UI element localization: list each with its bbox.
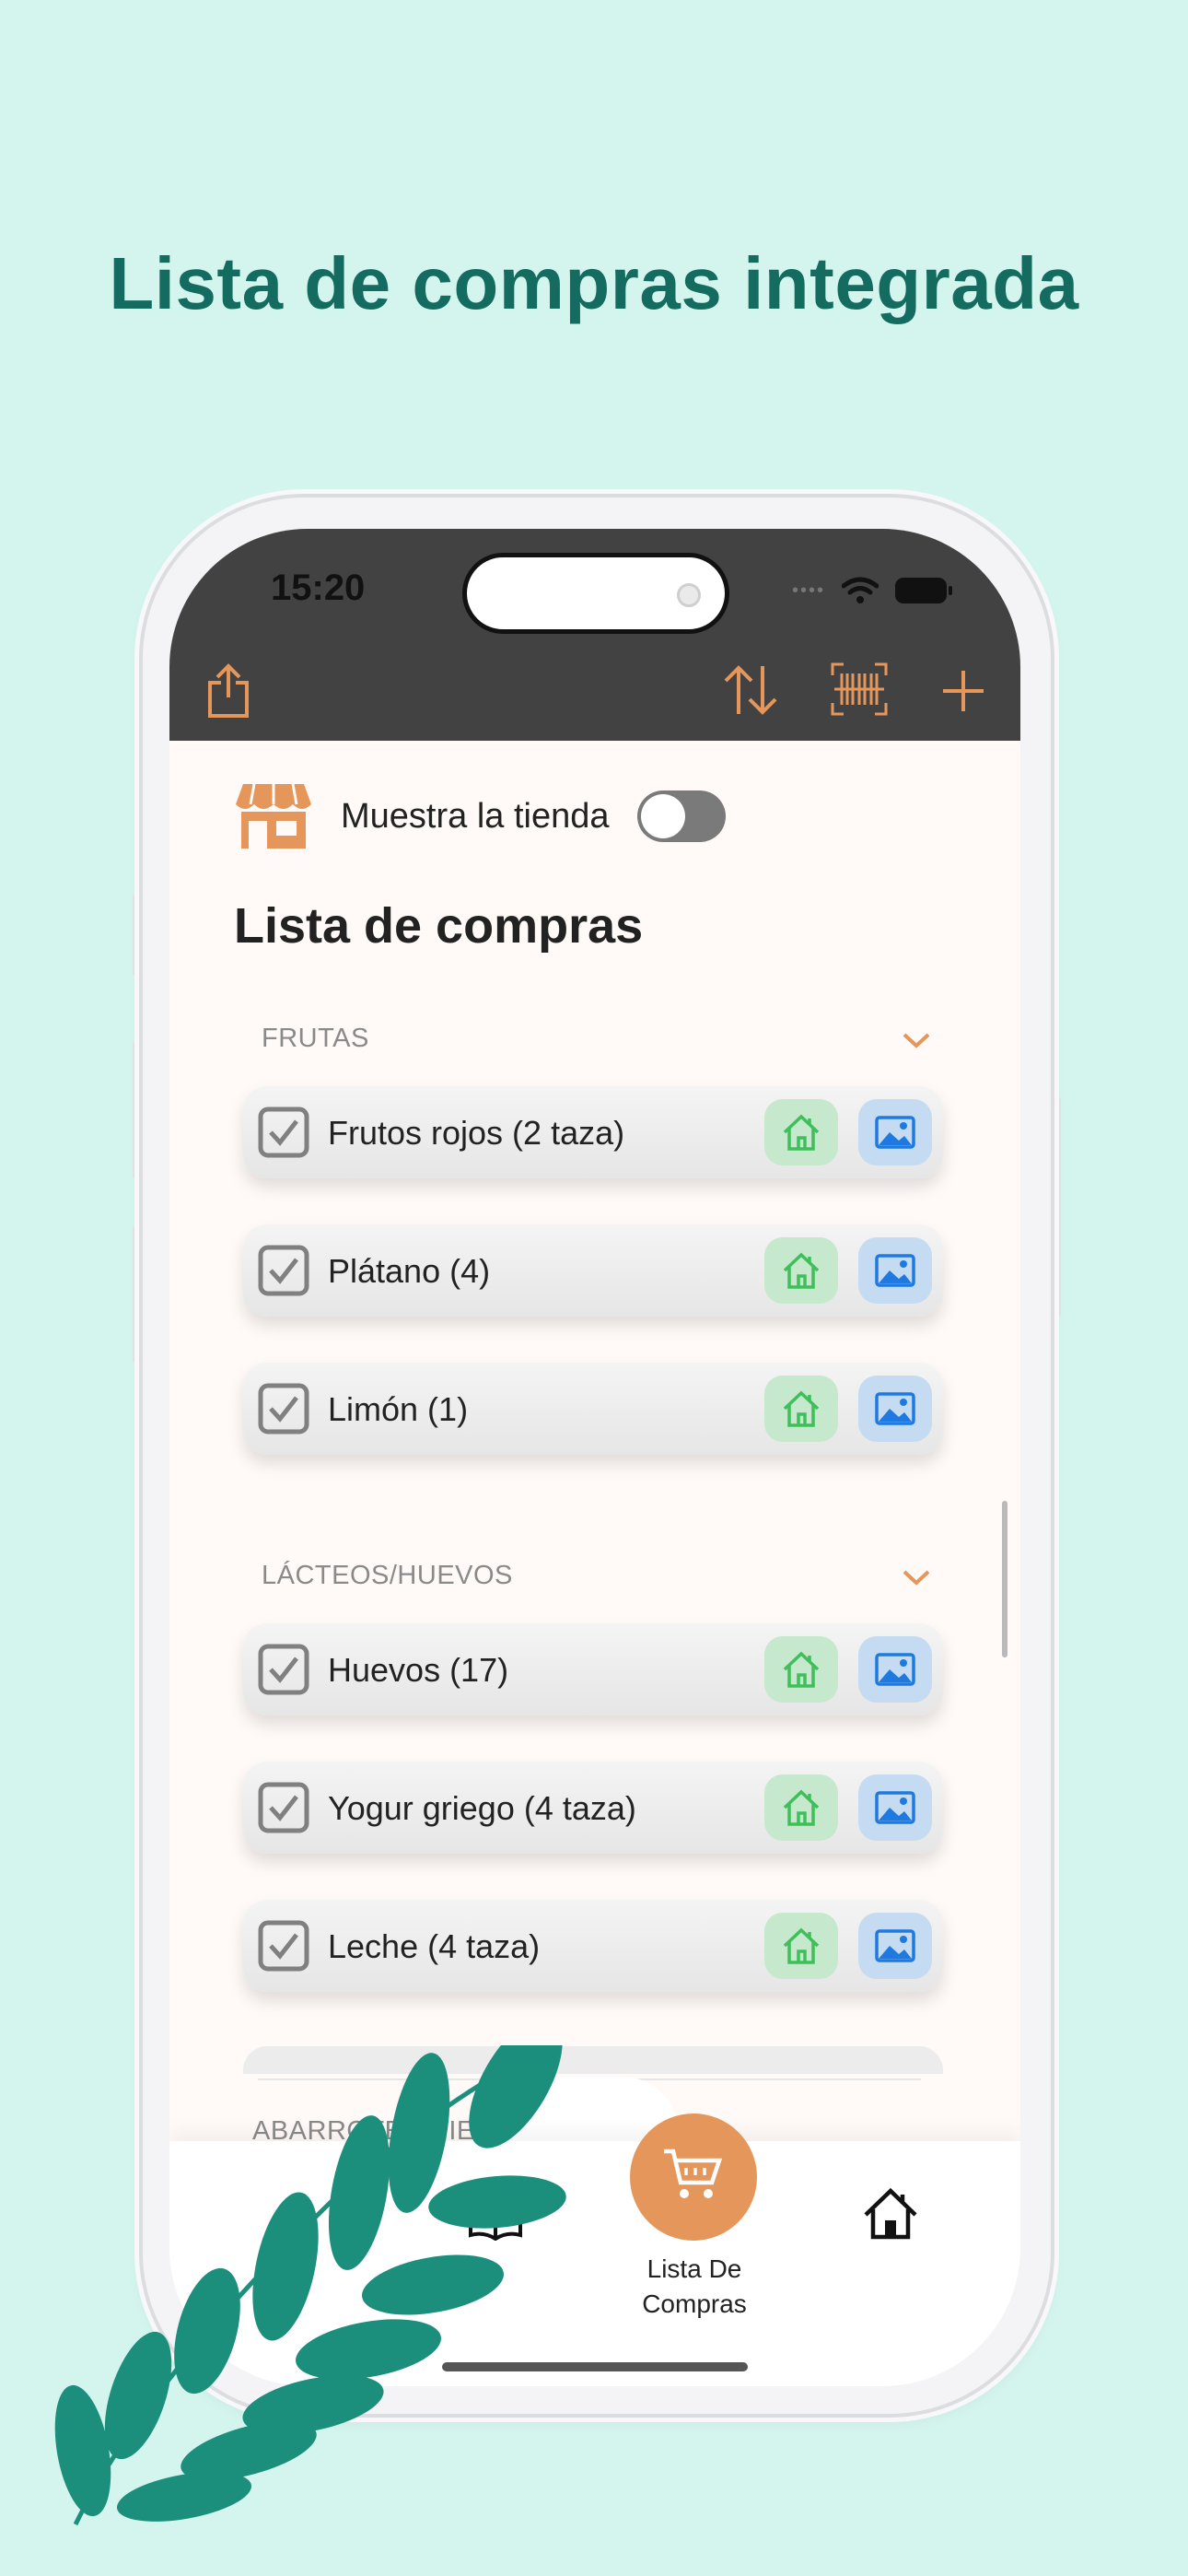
item-label: Limón (1): [328, 1390, 469, 1428]
checkbox-checked-icon[interactable]: [258, 1383, 309, 1434]
scrollbar[interactable]: [1002, 1501, 1007, 1657]
tab-shopping-list[interactable]: [630, 2113, 757, 2241]
list-item[interactable]: Yogur griego (4 taza): [243, 1762, 943, 1854]
house-icon: [783, 1114, 820, 1151]
checkbox-checked-icon[interactable]: [258, 1920, 309, 1972]
list-item[interactable]: Leche (4 taza): [243, 1900, 943, 1992]
top-toolbar: 15:20 ••••: [169, 529, 1020, 741]
phone-action-button: [133, 894, 140, 977]
home-pantry-button[interactable]: [764, 1237, 838, 1304]
item-image-button[interactable]: [858, 1376, 932, 1442]
store-toggle-row: Muestra la tienda: [234, 782, 726, 850]
sort-icon[interactable]: [720, 662, 781, 718]
item-label: Leche (4 taza): [328, 1927, 541, 1965]
store-toggle-label: Muestra la tienda: [341, 796, 610, 836]
wifi-icon: [842, 577, 879, 603]
status-icons: ••••: [791, 577, 952, 604]
page-headline: Lista de compras integrada: [109, 242, 1079, 324]
item-label: Frutos rojos (2 taza): [328, 1114, 625, 1152]
add-item-icon[interactable]: [941, 669, 985, 713]
list-item[interactable]: Limón (1): [243, 1363, 943, 1455]
house-icon: [783, 1651, 820, 1688]
toggle-knob: [640, 794, 685, 838]
dynamic-island: [462, 553, 729, 634]
checkbox-checked-icon[interactable]: [258, 1107, 309, 1158]
home-pantry-button[interactable]: [764, 1376, 838, 1442]
item-image-button[interactable]: [858, 1099, 932, 1165]
signal-dots-icon: ••••: [791, 580, 825, 601]
tab-label-line2: Compras: [642, 2289, 747, 2318]
share-icon[interactable]: [204, 662, 252, 720]
cart-icon: [664, 2149, 723, 2198]
checkbox-checked-icon[interactable]: [258, 1644, 309, 1695]
item-label: Plátano (4): [328, 1252, 491, 1290]
home-pantry-button[interactable]: [764, 1774, 838, 1841]
section-header-frutas[interactable]: FRUTAS: [262, 1024, 369, 1054]
list-item[interactable]: Huevos (17): [243, 1623, 943, 1715]
chevron-down-icon[interactable]: [902, 1568, 931, 1587]
tab-shopping-list-label[interactable]: Lista De Compras: [593, 2252, 796, 2322]
item-image-button[interactable]: [858, 1774, 932, 1841]
photo-icon: [875, 1929, 915, 1962]
phone-power-button: [1054, 1096, 1061, 1317]
section-header-lacteos[interactable]: LÁCTEOS/HUEVOS: [262, 1561, 513, 1591]
photo-icon: [875, 1392, 915, 1425]
home-pantry-button[interactable]: [764, 1099, 838, 1165]
phone-volume-up: [133, 1041, 140, 1179]
house-icon: [783, 1252, 820, 1289]
house-icon: [783, 1390, 820, 1427]
photo-icon: [875, 1653, 915, 1686]
photo-icon: [875, 1254, 915, 1287]
photo-icon: [875, 1116, 915, 1149]
item-image-button[interactable]: [858, 1913, 932, 1979]
photo-icon: [875, 1791, 915, 1824]
list-item[interactable]: Plátano (4): [243, 1224, 943, 1317]
item-image-button[interactable]: [858, 1237, 932, 1304]
list-item[interactable]: Frutos rojos (2 taza): [243, 1086, 943, 1178]
store-toggle-switch[interactable]: [636, 790, 726, 842]
checkbox-checked-icon[interactable]: [258, 1782, 309, 1833]
store-icon: [236, 783, 311, 849]
home-icon[interactable]: [862, 2187, 919, 2241]
battery-icon: [895, 578, 952, 603]
phone-volume-down: [133, 1225, 140, 1364]
home-pantry-button[interactable]: [764, 1913, 838, 1979]
list-title: Lista de compras: [234, 898, 644, 954]
leaf-branch-illustration: [54, 2045, 566, 2526]
barcode-icon[interactable]: [831, 662, 888, 716]
home-pantry-button[interactable]: [764, 1636, 838, 1703]
item-label: Huevos (17): [328, 1651, 509, 1689]
camera-icon: [677, 583, 701, 607]
item-label: Yogur griego (4 taza): [328, 1789, 636, 1827]
house-icon: [783, 1789, 820, 1826]
item-image-button[interactable]: [858, 1636, 932, 1703]
chevron-down-icon[interactable]: [902, 1031, 931, 1049]
house-icon: [783, 1927, 820, 1964]
checkbox-checked-icon[interactable]: [258, 1245, 309, 1296]
status-time: 15:20: [271, 568, 366, 608]
tab-label-line1: Lista De: [646, 2254, 742, 2283]
